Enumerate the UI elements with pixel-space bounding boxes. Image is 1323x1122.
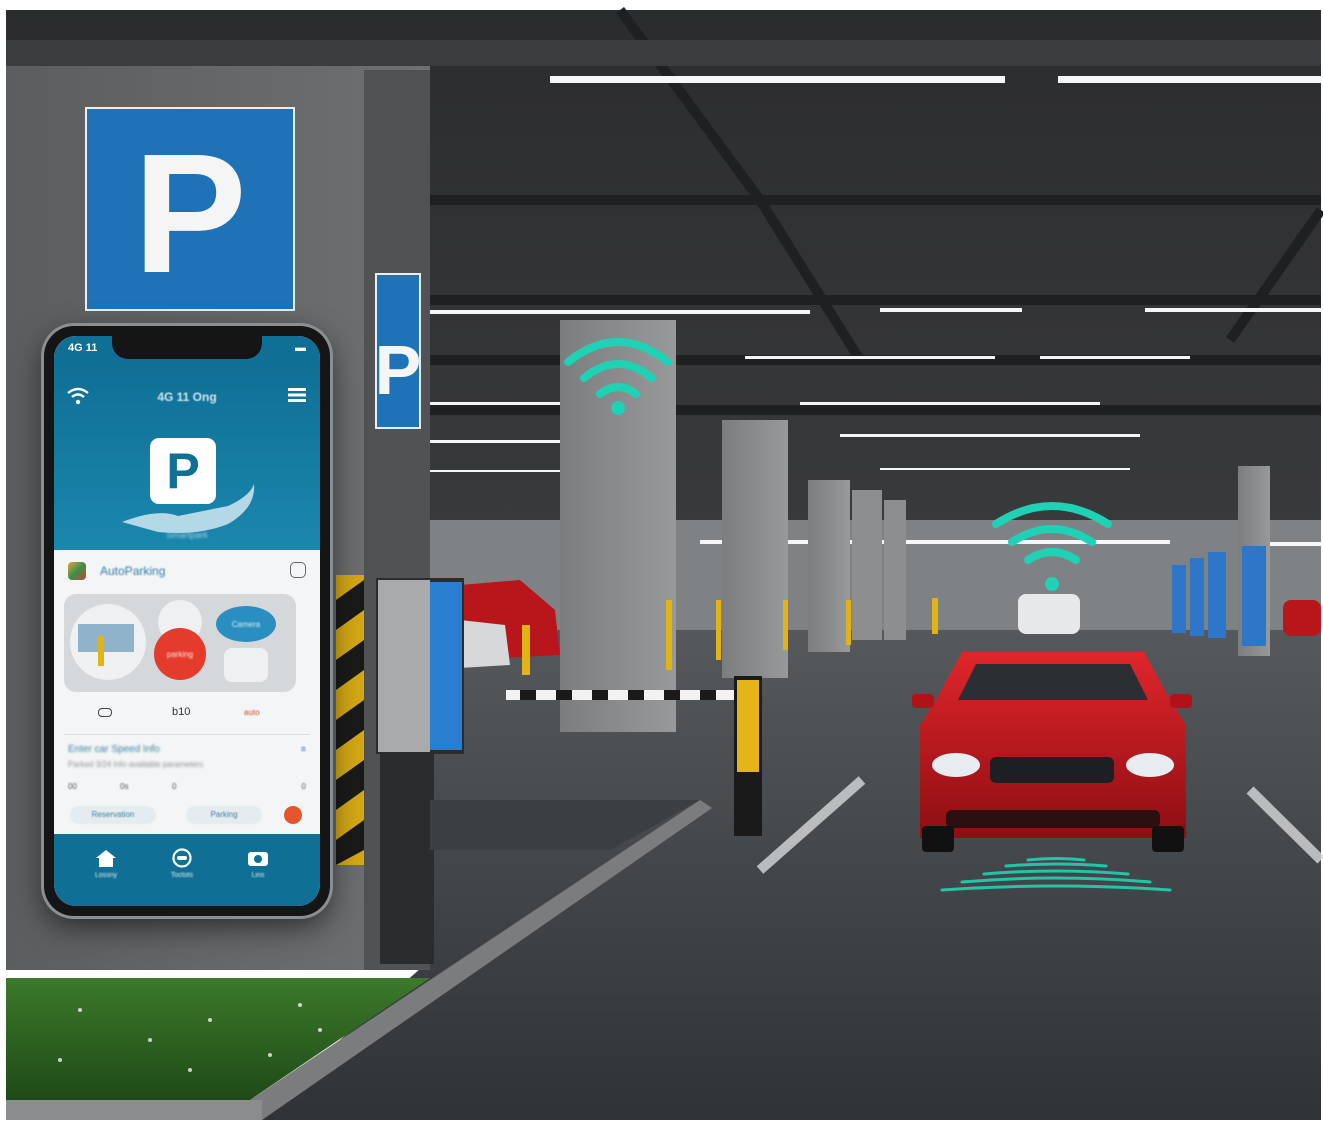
divider <box>64 734 310 735</box>
nav-item-camera[interactable]: Lins <box>228 848 288 879</box>
pillar <box>560 320 676 732</box>
camera-icon <box>248 852 268 866</box>
nav-label: Lossny <box>94 872 118 879</box>
app-logo: P <box>150 438 216 504</box>
meta-row: 00 0s 0 0 <box>68 782 306 796</box>
status-battery: ▬ <box>295 342 306 354</box>
nav-item-home[interactable]: Lossny <box>76 848 136 879</box>
go-button[interactable] <box>284 806 302 824</box>
app-title: 4G 11 Ong <box>157 390 217 404</box>
app-subtitle: Smartpark <box>166 530 208 540</box>
map-preview[interactable]: parking Camera <box>64 594 296 692</box>
parking-button[interactable]: Parking <box>186 806 262 824</box>
nav-item-chat[interactable]: Toctots <box>152 848 212 879</box>
pillar <box>852 490 882 640</box>
meta-value: 0 <box>301 782 306 791</box>
meta-value: 0s <box>120 782 129 791</box>
app-icon <box>68 562 86 580</box>
phone-screen: 4G 11 ▬ 4G 11 Ong P Smartpark AutoParkin… <box>54 336 320 906</box>
info-link[interactable]: ≡ <box>301 744 306 754</box>
car-grille <box>990 757 1114 783</box>
svg-text:Camera: Camera <box>232 620 261 629</box>
pillar <box>722 420 788 678</box>
pillar <box>808 480 850 652</box>
home-icon <box>96 850 116 867</box>
parking-card: AutoParking parking Camera b10 auto Ente… <box>54 550 320 834</box>
meta-value: 0 <box>172 782 177 791</box>
stat-value: b10 <box>172 706 191 718</box>
svg-text:parking: parking <box>167 650 193 659</box>
app-header: 4G 11 Ong P Smartpark <box>54 360 320 550</box>
stat-status: auto <box>244 708 260 717</box>
hazard-stripes <box>336 575 364 865</box>
map-illustration: parking Camera <box>70 600 276 682</box>
stat-row: b10 auto <box>54 706 320 726</box>
smartphone: 4G 11 ▬ 4G 11 Ong P Smartpark AutoParkin… <box>44 326 330 916</box>
info-subtitle: Parked 3/24 Info available parameters <box>68 760 204 769</box>
red-car <box>912 652 1192 852</box>
parking-sign-small-letter: P <box>375 331 422 409</box>
nav-label: Toctots <box>170 872 194 879</box>
chat-icon <box>172 848 192 868</box>
parking-sign-large-letter: P <box>133 119 246 309</box>
menu-icon[interactable] <box>288 388 306 402</box>
car-headlight-right <box>1126 753 1174 777</box>
car-icon <box>98 708 112 717</box>
phone-notch <box>112 336 262 359</box>
status-signal: 4G 11 <box>68 342 98 354</box>
meta-value: 00 <box>68 782 77 791</box>
info-title: Enter car Speed Info <box>68 744 160 755</box>
nav-label: Lins <box>251 872 265 879</box>
car-headlight-left <box>932 753 980 777</box>
bottom-nav: Lossny Toctots Lins <box>54 834 320 906</box>
reservation-button[interactable]: Reservation <box>70 806 156 824</box>
card-title: AutoParking <box>100 564 166 578</box>
pillar <box>884 500 906 640</box>
lock-icon[interactable] <box>290 562 306 578</box>
